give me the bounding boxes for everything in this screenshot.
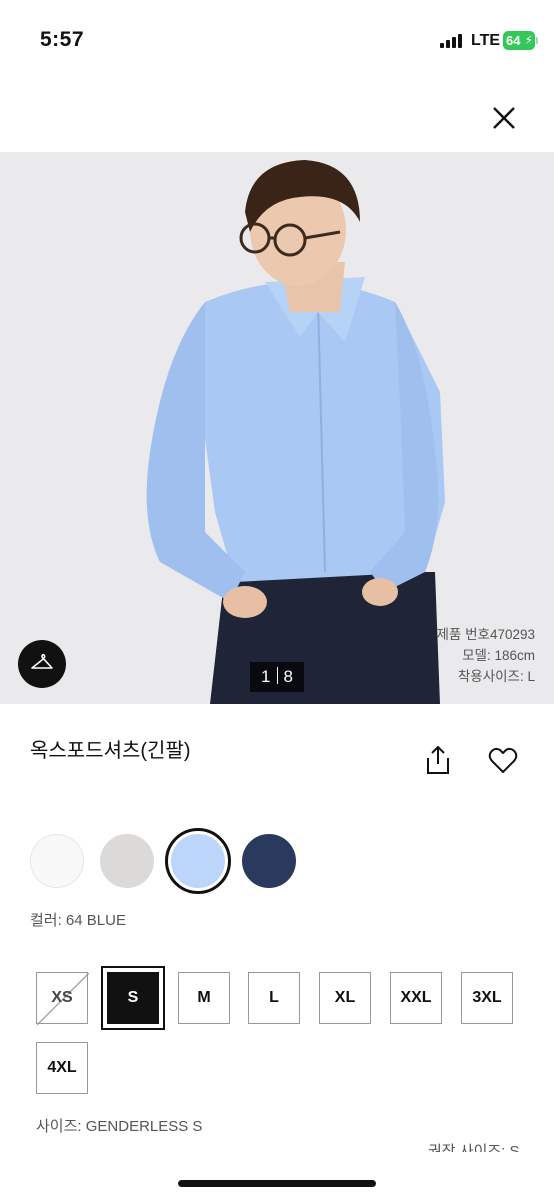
color-swatch-gray[interactable]	[100, 834, 154, 888]
close-button[interactable]	[488, 102, 520, 134]
size-label-3xl: 3XL	[472, 989, 502, 1006]
color-swatch-blue[interactable]	[165, 828, 231, 894]
pager-total: 8	[283, 667, 293, 686]
hanger-icon	[31, 654, 53, 669]
status-bar: 5:57 LTE 64 ⚡	[0, 0, 554, 80]
size-option-3xl[interactable]: 3XL	[461, 972, 513, 1024]
status-time: 5:57	[40, 28, 85, 51]
selected-size-label: 사이즈: GENDERLESS S	[36, 1118, 203, 1135]
battery-icon: 64 ⚡	[503, 31, 535, 50]
size-option-xl[interactable]: XL	[319, 972, 371, 1024]
size-label-xs: XS	[51, 989, 73, 1006]
model-info: 제품 번호470293 모델: 186cm 착용사이즈: L	[437, 624, 535, 687]
recommended-size-label: 권장 사이즈: S	[428, 1143, 520, 1152]
close-icon	[493, 107, 515, 129]
product-image[interactable]	[0, 152, 554, 704]
size-option-4xl[interactable]: 4XL	[36, 1042, 88, 1094]
battery-level: 64	[506, 33, 521, 48]
size-label-s: S	[127, 989, 139, 1006]
size-option-xxl[interactable]: XXL	[390, 972, 442, 1024]
signal-icon	[440, 34, 462, 48]
model-photo	[0, 152, 554, 704]
wishlist-button[interactable]	[488, 747, 518, 775]
color-swatch-white[interactable]	[30, 834, 84, 888]
product-title: 옥스포드셔츠(긴팔)	[30, 740, 191, 762]
model-height: 모델: 186cm	[462, 648, 535, 663]
network-label: LTE	[471, 32, 501, 49]
try-on-button[interactable]	[18, 640, 66, 688]
share-icon	[427, 745, 449, 774]
share-button[interactable]	[424, 744, 452, 776]
size-label-m: M	[197, 989, 211, 1006]
heart-icon	[488, 747, 518, 773]
size-option-l[interactable]: L	[248, 972, 300, 1024]
size-label-xl: XL	[334, 989, 356, 1006]
size-label-4xl: 4XL	[47, 1059, 77, 1076]
size-option-m[interactable]: M	[178, 972, 230, 1024]
size-option-xs[interactable]: XS	[36, 972, 89, 1025]
size-label-l: L	[269, 989, 279, 1006]
image-pager: 18	[250, 662, 304, 692]
size-label-xxl: XXL	[400, 989, 432, 1006]
model-size: 착용사이즈: L	[457, 669, 535, 684]
pager-current: 1	[261, 667, 271, 686]
color-swatch-navy[interactable]	[242, 834, 296, 888]
color-label: 컬러: 64 BLUE	[30, 912, 126, 929]
product-number: 제품 번호470293	[436, 627, 535, 642]
home-indicator[interactable]	[178, 1180, 376, 1187]
size-option-s[interactable]: S	[107, 972, 159, 1024]
